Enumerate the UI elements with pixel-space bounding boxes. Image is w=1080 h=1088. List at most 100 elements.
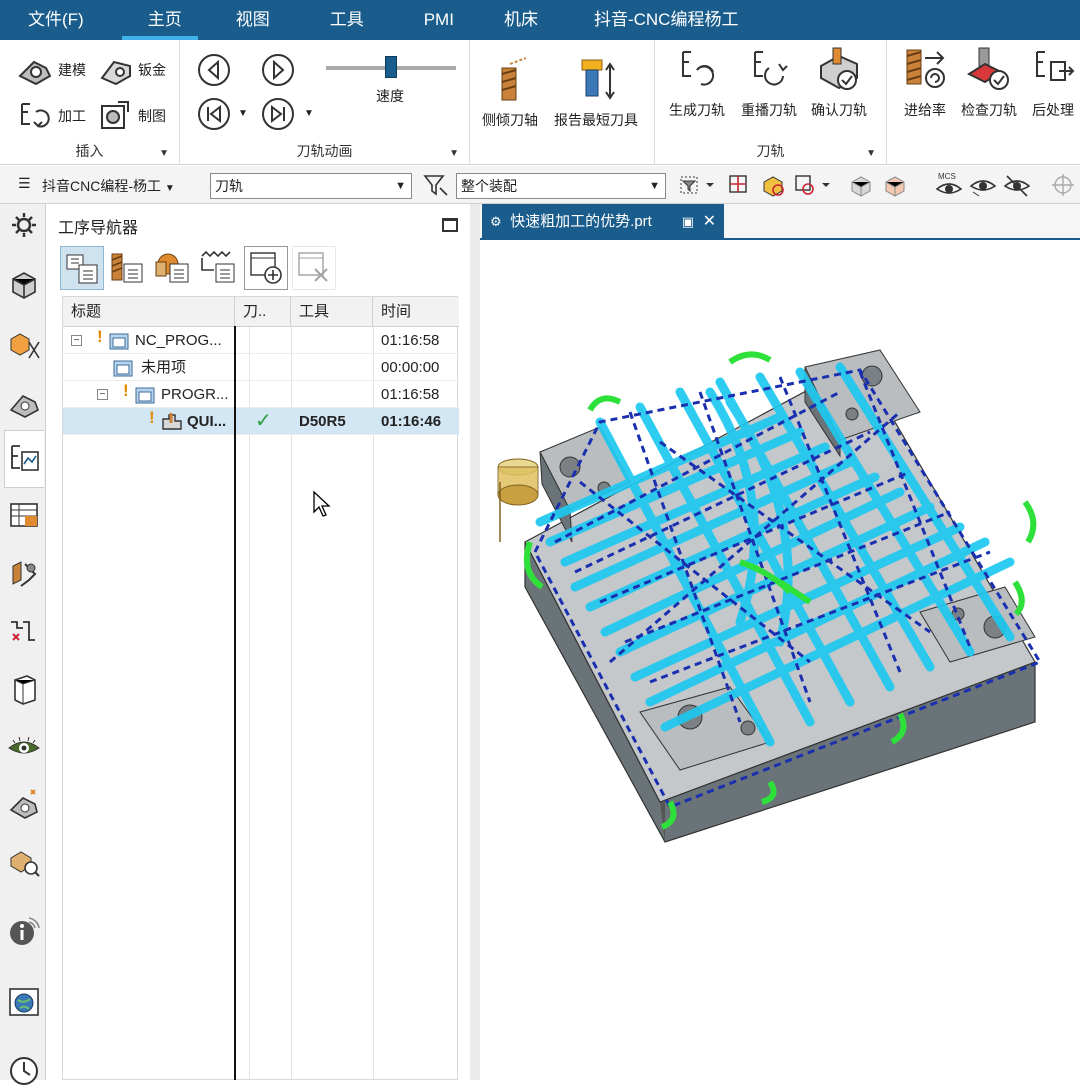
delete-operation-button[interactable] [292, 246, 336, 290]
play-forward-icon[interactable] [260, 52, 296, 88]
custom-menu-dropdown-icon: ▼ [164, 183, 175, 194]
group-animation: ▼ ▼ 速度 刀轨动画 ▼ [180, 40, 470, 165]
shaded-view-icon[interactable] [848, 172, 874, 198]
inspect-part-icon[interactable] [7, 844, 41, 878]
scope-combo[interactable]: 整个装配 ▼ [456, 173, 666, 199]
row-name: PROGR... [161, 386, 229, 403]
mcs-visibility-icon[interactable]: MCS [934, 170, 964, 200]
generate-toolpath-button[interactable]: 生成刀轨 [669, 46, 725, 120]
part-model-view[interactable] [480, 242, 1080, 1080]
snap-icon[interactable] [726, 172, 752, 198]
program-folder-icon [135, 387, 155, 404]
table-row-selected[interactable]: ! QUI... ✓ D50R5 01:16:46 [63, 408, 459, 435]
machine-tool-navigator-icon[interactable] [7, 498, 41, 532]
table-row[interactable]: − ! NC_PROG... 01:16:58 [63, 327, 459, 354]
custom-menu-button[interactable]: 抖音CNC编程-杨工 ▼ [42, 176, 175, 196]
column-tool[interactable]: 工具 [291, 297, 373, 327]
chevron-down-icon: ▼ [649, 180, 660, 192]
chevron-down-icon: ▼ [395, 180, 406, 192]
visual-eye-icon[interactable] [7, 730, 41, 764]
step-back-icon[interactable] [196, 52, 232, 88]
manufacturing-button[interactable]: 加工 [16, 98, 86, 134]
feedrate-label: 进给率 [904, 102, 946, 118]
skip-start-dropdown-icon[interactable]: ▼ [238, 108, 248, 119]
hide-eye-icon[interactable] [1002, 172, 1032, 198]
mcs-label: MCS [938, 172, 956, 181]
column-toolpath[interactable]: 刀.. [235, 297, 291, 327]
feature-icon[interactable] [7, 786, 41, 820]
replay-toolpath-icon [754, 51, 788, 86]
skip-to-start-icon[interactable] [196, 96, 232, 132]
menu-view[interactable]: 视图 [212, 0, 294, 40]
table-row[interactable]: 未用项 00:00:00 [63, 354, 459, 381]
settings-gear-icon[interactable] [7, 208, 41, 242]
menu-machine[interactable]: 机床 [478, 0, 562, 40]
show-eye-icon[interactable] [968, 172, 998, 198]
collapse-toggle-icon[interactable]: − [97, 389, 108, 400]
select-filter-icon[interactable] [678, 172, 718, 198]
point-select-icon[interactable] [792, 172, 836, 198]
operation-navigator-tab[interactable] [4, 430, 44, 488]
row-time: 00:00:00 [381, 359, 440, 376]
skip-to-end-icon[interactable] [260, 96, 296, 132]
filter-icon[interactable] [422, 172, 450, 198]
close-tab-icon[interactable]: ✕ [703, 204, 716, 240]
replay-toolpath-button[interactable]: 重播刀轨 [741, 46, 797, 120]
body-select-icon[interactable] [760, 172, 786, 198]
group-animation-dropdown-icon[interactable]: ▼ [449, 148, 459, 159]
assembly-navigator-icon[interactable] [7, 328, 41, 362]
sheetmetal-button[interactable]: 钣金 [98, 54, 166, 86]
check-toolpath-button[interactable]: 检查刀轨 [961, 46, 1017, 120]
program-order-view-button[interactable] [60, 246, 104, 290]
feedrate-button[interactable]: 进给率 [901, 46, 949, 120]
part-navigator-icon[interactable] [7, 268, 41, 302]
skip-end-dropdown-icon[interactable]: ▼ [304, 108, 314, 119]
tool-library-icon[interactable] [7, 556, 41, 590]
program-order-icon[interactable] [7, 614, 41, 648]
method-view-button[interactable] [198, 246, 242, 290]
document-tab[interactable]: ⚙ 快速粗加工的优势.prt ▣ ✕ [482, 204, 724, 240]
report-shortest-tool-button[interactable]: 报告最短刀具 [554, 56, 638, 130]
postprocess-button[interactable]: 后处理 [1029, 46, 1077, 120]
program-folder-icon [109, 333, 129, 350]
menu-pmi[interactable]: PMI [388, 0, 478, 40]
menu-home[interactable]: 主页 [108, 0, 212, 40]
graphics-window[interactable]: ⚙ 快速粗加工的优势.prt ▣ ✕ [480, 204, 1080, 1080]
modeling-button[interactable]: 建模 [16, 54, 86, 86]
group-toolpath-dropdown-icon[interactable]: ▼ [866, 148, 876, 159]
menu-tools[interactable]: 工具 [294, 0, 388, 40]
maximize-icon[interactable] [442, 218, 458, 232]
info-icon[interactable] [7, 914, 41, 948]
tilt-tool-axis-button[interactable]: 侧倾刀轴 [482, 56, 538, 130]
history-clock-icon[interactable] [7, 1054, 41, 1088]
type-filter-combo[interactable]: 刀轨 ▼ [210, 173, 412, 199]
crosshair-icon[interactable] [1050, 172, 1076, 198]
machining-part-icon[interactable] [7, 388, 41, 422]
menu-file[interactable]: 文件(F) [0, 0, 108, 40]
group-insert-dropdown-icon[interactable]: ▼ [159, 148, 169, 159]
column-time[interactable]: 时间 [373, 297, 459, 327]
operation-tab-icon: ⚙ [490, 214, 502, 229]
drafting-button[interactable]: 制图 [98, 98, 166, 134]
tilt-tool-axis-icon [501, 57, 527, 101]
modeling-icon [18, 60, 52, 86]
column-name[interactable]: 标题 [63, 297, 235, 327]
table-row[interactable]: − ! PROGR... 01:16:58 [63, 381, 459, 408]
wire-view-icon[interactable] [882, 172, 908, 198]
operation-icon [162, 413, 182, 430]
geometry-view-button[interactable] [152, 246, 196, 290]
menu-custom[interactable]: 抖音-CNC编程杨工 [562, 0, 763, 40]
speed-slider-thumb[interactable] [385, 56, 397, 78]
drafting-icon [101, 101, 129, 129]
roles-icon[interactable] [7, 672, 41, 706]
create-operation-button[interactable] [244, 246, 288, 290]
group-insert-label: 插入 [75, 143, 104, 159]
web-browser-icon[interactable] [7, 984, 41, 1018]
group-toolpath: 生成刀轨 重播刀轨 确认刀轨 刀轨 ▼ [655, 40, 887, 165]
hamburger-menu-icon[interactable]: ☰ [18, 175, 31, 192]
column-resize-line[interactable] [234, 326, 236, 1080]
panel-splitter[interactable] [470, 204, 480, 1080]
machine-tool-view-button[interactable] [106, 246, 150, 290]
collapse-toggle-icon[interactable]: − [71, 335, 82, 346]
verify-toolpath-button[interactable]: 确认刀轨 [811, 46, 867, 120]
